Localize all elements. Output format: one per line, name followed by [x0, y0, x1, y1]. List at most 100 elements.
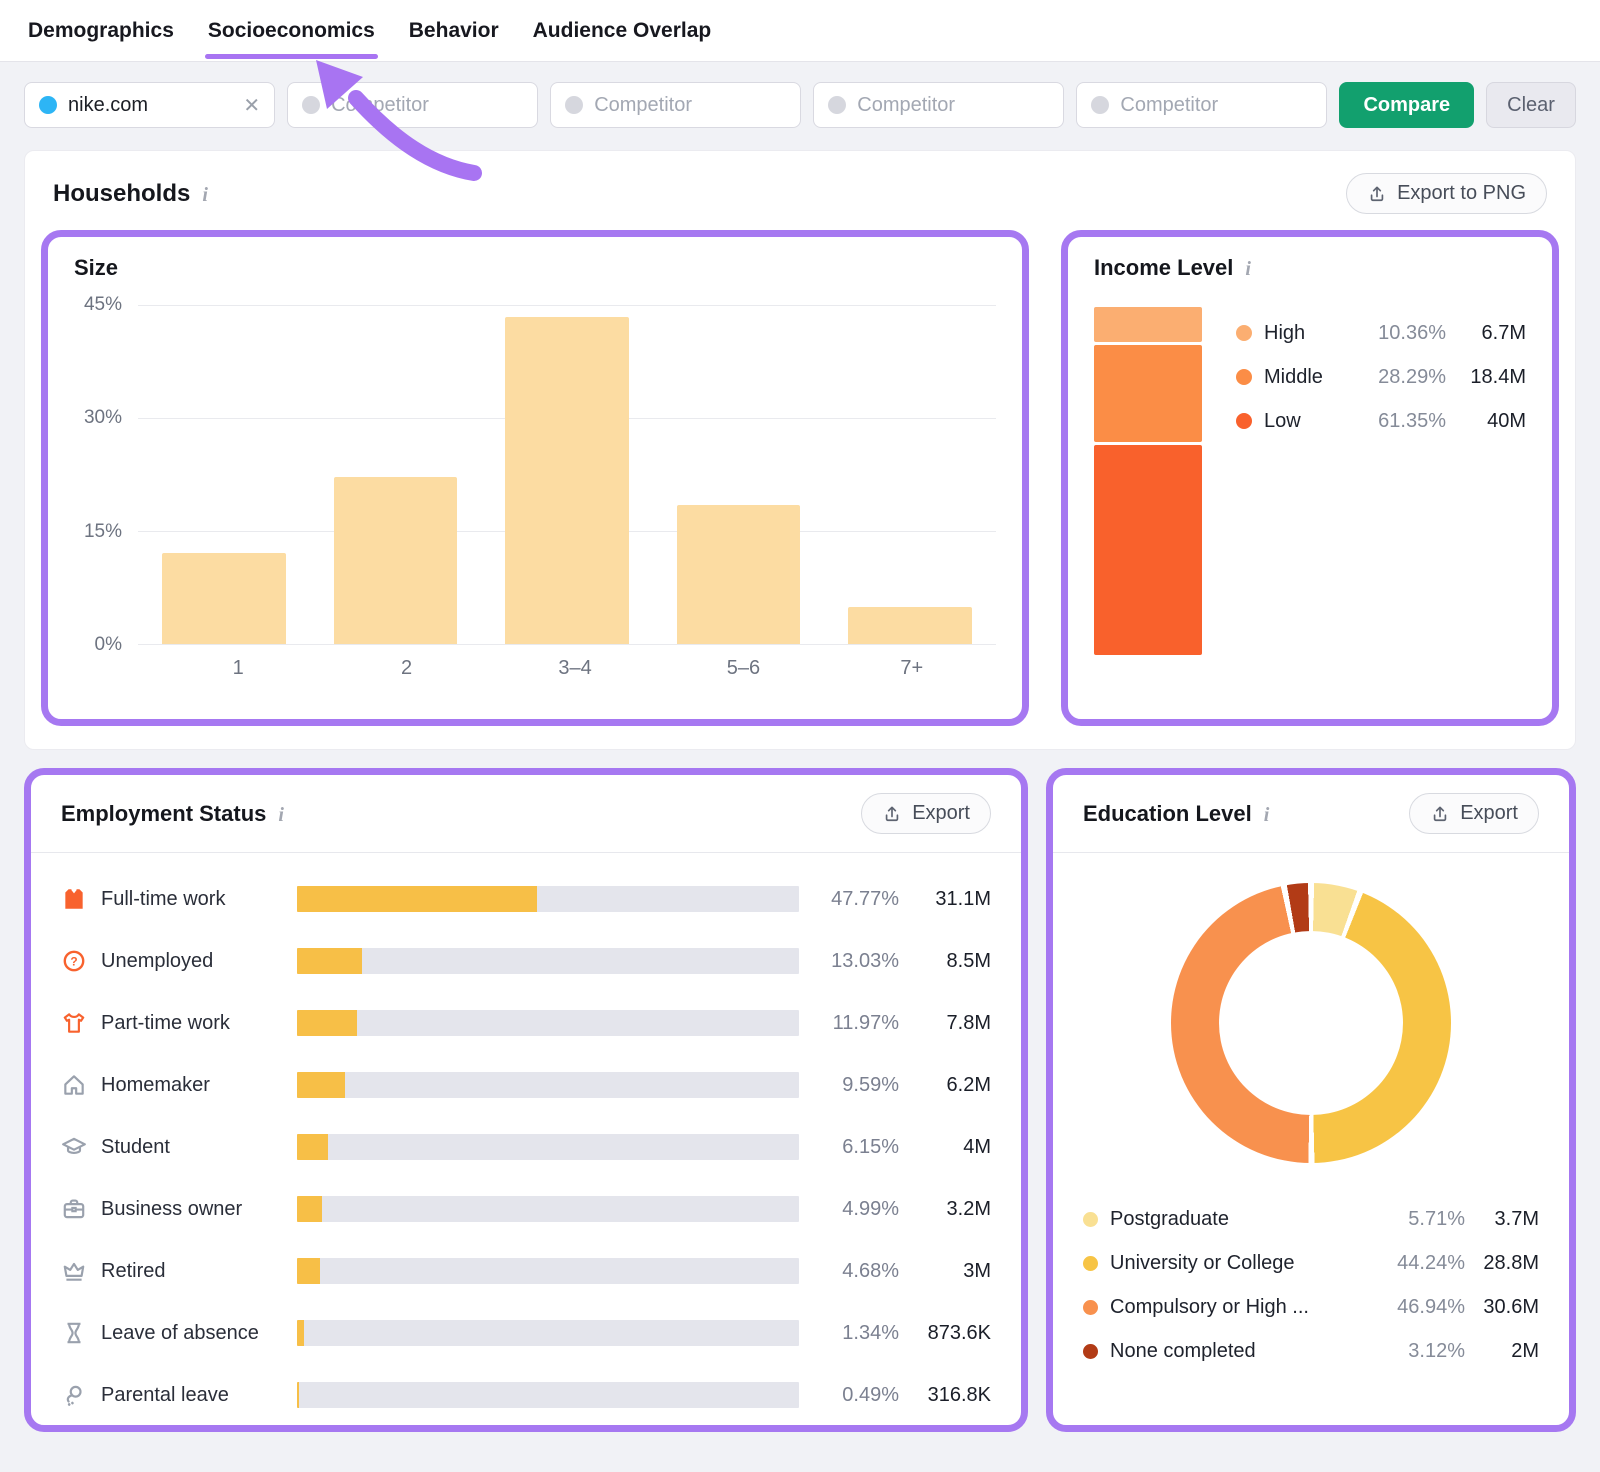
employment-row: Homemaker 9.59% 6.2M: [61, 1065, 991, 1105]
competitor-input-4[interactable]: Competitor: [1076, 82, 1327, 128]
size-bar: [162, 553, 286, 644]
vest-icon: [61, 886, 87, 912]
tab-socioeconomics[interactable]: Socioeconomics: [208, 0, 375, 61]
bar-track: [297, 886, 799, 912]
clear-button[interactable]: Clear: [1486, 82, 1576, 128]
info-icon[interactable]: i: [278, 804, 284, 826]
tshirt-icon: [61, 1010, 87, 1036]
competitor-dot-icon: [828, 96, 846, 114]
briefcase-icon: [61, 1196, 87, 1222]
question-circle-icon: ?: [61, 948, 87, 974]
legend-dot: [1083, 1212, 1098, 1227]
competitor-input-3[interactable]: Competitor: [813, 82, 1064, 128]
size-xlabels: 123–45–67+: [154, 657, 996, 680]
size-yaxis: 45%30%15%0%: [74, 305, 138, 645]
competitor-dot-icon: [565, 96, 583, 114]
bar-fill: [297, 1010, 357, 1036]
legend-dot: [1236, 413, 1252, 429]
size-bar-slot: [481, 305, 653, 644]
pacifier-icon: [61, 1382, 87, 1408]
svg-text:?: ?: [70, 954, 77, 968]
bar-track: [297, 948, 799, 974]
upload-icon: [1430, 804, 1450, 824]
legend-row: University or College 44.24% 28.8M: [1083, 1241, 1539, 1285]
income-segment: [1094, 345, 1202, 442]
bar-track: [297, 1320, 799, 1346]
income-segment: [1094, 307, 1202, 342]
export-button[interactable]: Export: [1409, 793, 1539, 834]
domain-dot-icon: [39, 96, 57, 114]
size-x-label: 3–4: [491, 657, 659, 680]
tab-behavior[interactable]: Behavior: [409, 0, 499, 61]
bar-fill: [297, 948, 362, 974]
education-level-card: Education Level i Export Postgraduate 5.7…: [1046, 768, 1576, 1432]
size-bar: [677, 505, 801, 644]
legend-row: Postgraduate 5.71% 3.7M: [1083, 1197, 1539, 1241]
legend-row: Middle 28.29% 18.4M: [1236, 355, 1526, 399]
size-bar-slot: [653, 305, 825, 644]
size-plot: [138, 305, 996, 645]
employment-row: Part-time work 11.97% 7.8M: [61, 1003, 991, 1043]
crown-icon: [61, 1258, 87, 1284]
competitor-input-1[interactable]: Competitor: [287, 82, 538, 128]
employment-row: Business owner 4.99% 3.2M: [61, 1189, 991, 1229]
bar-fill: [297, 886, 537, 912]
graduation-cap-icon: [61, 1134, 87, 1160]
info-icon[interactable]: i: [202, 184, 208, 206]
info-icon[interactable]: i: [1245, 258, 1251, 280]
domain-filter-row: nike.com ✕ Competitor Competitor Competi…: [0, 62, 1600, 128]
size-bar: [848, 607, 972, 644]
hourglass-icon: [61, 1320, 87, 1346]
income-level-card: Income Leveli High 10.36% 6.7M Midd: [1061, 230, 1559, 726]
competitor-dot-icon: [1091, 96, 1109, 114]
bar-track: [297, 1382, 799, 1408]
compare-button[interactable]: Compare: [1339, 82, 1474, 128]
legend-dot: [1236, 325, 1252, 341]
size-card: Size 45%30%15%0% 123–45–67+: [41, 230, 1029, 726]
income-segment: [1094, 445, 1202, 655]
bar-fill: [297, 1134, 328, 1160]
size-bars: [138, 305, 996, 644]
competitor-input-2[interactable]: Competitor: [550, 82, 801, 128]
info-icon[interactable]: i: [1264, 804, 1270, 826]
size-x-label: 1: [154, 657, 322, 680]
export-button[interactable]: Export: [861, 793, 991, 834]
bar-fill: [297, 1072, 345, 1098]
legend-row: None completed 3.12% 2M: [1083, 1329, 1539, 1373]
employment-row: Parental leave 0.49% 316.8K: [61, 1375, 991, 1415]
education-donut-chart: [1171, 883, 1451, 1163]
households-title-wrap: Households i: [53, 180, 208, 208]
income-title: Income Level: [1094, 255, 1233, 280]
households-panel: Households i Export to PNG Size 45%30%15%…: [24, 150, 1576, 750]
tab-demographics[interactable]: Demographics: [28, 0, 174, 61]
employment-status-card: Employment Statusi Export Full-time work…: [24, 768, 1028, 1432]
employment-row: Retired 4.68% 3M: [61, 1251, 991, 1291]
bar-track: [297, 1258, 799, 1284]
size-x-label: 7+: [828, 657, 996, 680]
education-title: Education Level: [1083, 801, 1252, 826]
tab-bar: Demographics Socioeconomics Behavior Aud…: [0, 0, 1600, 62]
tab-audience-overlap[interactable]: Audience Overlap: [533, 0, 712, 61]
size-title: Size: [74, 255, 118, 280]
legend-dot: [1083, 1256, 1098, 1271]
legend-row: Compulsory or High ... 46.94% 30.6M: [1083, 1285, 1539, 1329]
close-icon[interactable]: ✕: [243, 93, 260, 118]
size-x-label: 2: [322, 657, 490, 680]
export-to-png-button[interactable]: Export to PNG: [1346, 173, 1547, 214]
upload-icon: [1367, 184, 1387, 204]
legend-row: High 10.36% 6.7M: [1236, 311, 1526, 355]
size-bar: [505, 317, 629, 644]
upload-icon: [882, 804, 902, 824]
main-domain-input[interactable]: nike.com ✕: [24, 82, 275, 128]
main-domain-value: nike.com: [68, 94, 148, 117]
employment-row: Student 6.15% 4M: [61, 1127, 991, 1167]
bar-track: [297, 1134, 799, 1160]
size-bar-slot: [138, 305, 310, 644]
legend-dot: [1083, 1344, 1098, 1359]
employment-row: Leave of absence 1.34% 873.6K: [61, 1313, 991, 1353]
legend-dot: [1083, 1300, 1098, 1315]
employment-row: Full-time work 47.77% 31.1M: [61, 879, 991, 919]
employment-rows: Full-time work 47.77% 31.1M ? Unemployed…: [31, 853, 1021, 1415]
households-title: Households: [53, 180, 190, 207]
size-bar-slot: [824, 305, 996, 644]
